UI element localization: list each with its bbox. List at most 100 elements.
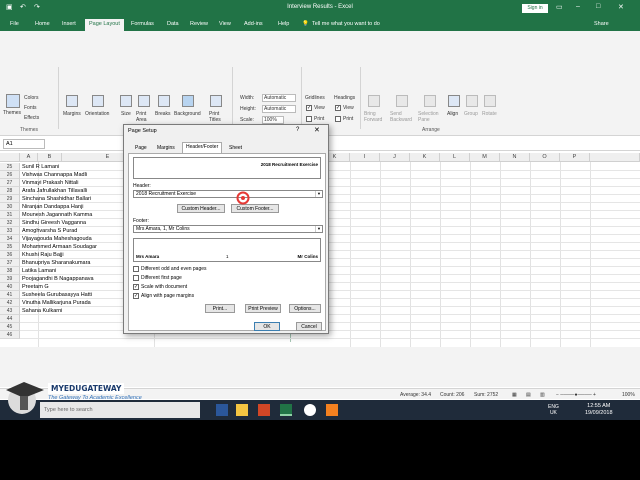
name-cell[interactable]: Vijayagouda Maheshagouda [22,235,122,243]
normal-view-icon[interactable]: ▦ [512,392,517,398]
clock[interactable]: 12:55 AM 19/09/2018 [585,403,613,417]
selection-pane-button[interactable]: Selection Pane [418,111,442,123]
tab-sheet[interactable]: Sheet [226,144,245,153]
group-icon[interactable] [466,95,478,107]
name-cell[interactable]: Amoghvarsha S Purad [22,227,122,235]
row-header[interactable]: 41 [0,291,20,299]
column-header[interactable]: N [500,153,530,162]
name-cell[interactable]: Susheela Gurubasayya Hatti [22,291,122,299]
orientation-icon[interactable] [92,95,104,107]
column-header[interactable]: J [380,153,410,162]
zoom-level[interactable]: 100% [622,392,635,398]
fonts-button[interactable]: Fonts [24,105,37,111]
print-button[interactable]: Print... [205,304,235,313]
powerpoint-icon[interactable] [258,404,270,416]
print-preview-button[interactable]: Print Preview [245,304,281,313]
excel-taskbar-icon[interactable] [280,404,292,416]
column-header[interactable]: P [560,153,590,162]
custom-footer-button[interactable]: Custom Footer... [231,204,279,213]
align-margins-checkbox[interactable]: ✓ [133,293,139,299]
name-box[interactable]: A1 [3,139,45,149]
row-header[interactable]: 38 [0,267,20,275]
select-all-corner[interactable] [0,153,20,162]
tab-view[interactable]: View [219,21,231,27]
ok-button[interactable]: OK [254,322,280,331]
send-backward-button[interactable]: Send Backward [390,111,414,123]
row-header[interactable]: 45 [0,323,20,331]
row-header[interactable]: 43 [0,307,20,315]
row-header[interactable]: 27 [0,179,20,187]
height-select[interactable]: Automatic [262,105,296,113]
rotate-icon[interactable] [484,95,496,107]
close-window-icon[interactable]: ✕ [618,3,624,11]
group-button[interactable]: Group [464,111,478,117]
save-icon[interactable]: ▣ [6,3,13,11]
bring-forward-icon[interactable] [368,95,380,107]
name-cell[interactable]: Bhanupriya Sharanakumara [22,259,122,267]
row-header[interactable]: 32 [0,219,20,227]
gridlines-print-checkbox[interactable] [306,116,312,122]
cancel-button[interactable]: Cancel [296,322,322,331]
name-cell[interactable]: Latika Lamani [22,267,122,275]
name-cell[interactable]: Mohammed Armaan Soudagar [22,243,122,251]
row-header[interactable]: 28 [0,187,20,195]
orientation-button[interactable]: Orientation [85,111,109,117]
share-button[interactable]: Share [594,21,609,27]
chrome-icon[interactable] [304,404,316,416]
name-cell[interactable]: Vinmayi Prakash Nittali [22,179,122,187]
name-cell[interactable]: Poojagandhi B Nagappanava [22,275,122,283]
name-cell[interactable]: Sinchana Shashidhar Ballari [22,195,122,203]
send-backward-icon[interactable] [396,95,408,107]
row-header[interactable]: 35 [0,243,20,251]
name-cell[interactable]: Sahana Kulkarni [22,307,122,315]
align-icon[interactable] [448,95,460,107]
column-header[interactable] [590,153,640,162]
name-cell[interactable]: Sunil R Lamani [22,163,122,171]
tab-file[interactable]: File [10,21,19,27]
name-cell[interactable]: Vinutha Mallikarjuna Purada [22,299,122,307]
row-header[interactable]: 25 [0,163,20,171]
redo-icon[interactable]: ↷ [34,3,40,11]
print-area-icon[interactable] [138,95,150,107]
row-header[interactable]: 34 [0,235,20,243]
scale-with-document-checkbox[interactable]: ✓ [133,284,139,290]
scale-input[interactable]: 100% [262,116,284,124]
print-area-button[interactable]: Print Area [136,111,156,123]
size-icon[interactable] [120,95,132,107]
row-header[interactable]: 29 [0,195,20,203]
tab-addins[interactable]: Add-ins [244,21,263,27]
selection-pane-icon[interactable] [424,95,436,107]
size-button[interactable]: Size [121,111,131,117]
row-header[interactable]: 31 [0,211,20,219]
chevron-down-icon[interactable]: ▼ [315,226,322,232]
print-titles-icon[interactable] [210,95,222,107]
custom-header-button[interactable]: Custom Header... [177,204,225,213]
tab-data[interactable]: Data [167,21,179,27]
tab-header-footer[interactable]: Header/Footer [182,142,223,153]
colors-button[interactable]: Colors [24,95,38,101]
word-icon[interactable] [216,404,228,416]
page-break-view-icon[interactable]: ▥ [540,392,545,398]
tab-insert[interactable]: Insert [62,21,76,27]
page-layout-view-icon[interactable]: ▤ [526,392,531,398]
themes-icon[interactable] [6,94,20,108]
name-cell[interactable]: Khushi Raju Bajji [22,251,122,259]
align-button[interactable]: Align [447,111,458,117]
column-header[interactable]: K [410,153,440,162]
background-button[interactable]: Background [174,111,201,117]
name-cell[interactable]: Mounesh Jagannath Kamma [22,211,122,219]
column-header[interactable]: M [470,153,500,162]
first-page-checkbox[interactable] [133,275,139,281]
headings-print-checkbox[interactable] [335,116,341,122]
tab-help[interactable]: Help [278,21,289,27]
print-titles-button[interactable]: Print Titles [209,111,223,123]
name-cell[interactable]: Arafa Jafrullakhan Tillavalli [22,187,122,195]
bring-forward-button[interactable]: Bring Forward [364,111,386,123]
tab-review[interactable]: Review [190,21,208,27]
footer-select[interactable]: Mrs Amara, 1, Mr Colins ▼ [133,225,323,233]
margins-button[interactable]: Margins [63,111,81,117]
row-header[interactable]: 30 [0,203,20,211]
row-header[interactable]: 33 [0,227,20,235]
tab-home[interactable]: Home [35,21,50,27]
close-icon[interactable]: ✕ [314,126,320,134]
